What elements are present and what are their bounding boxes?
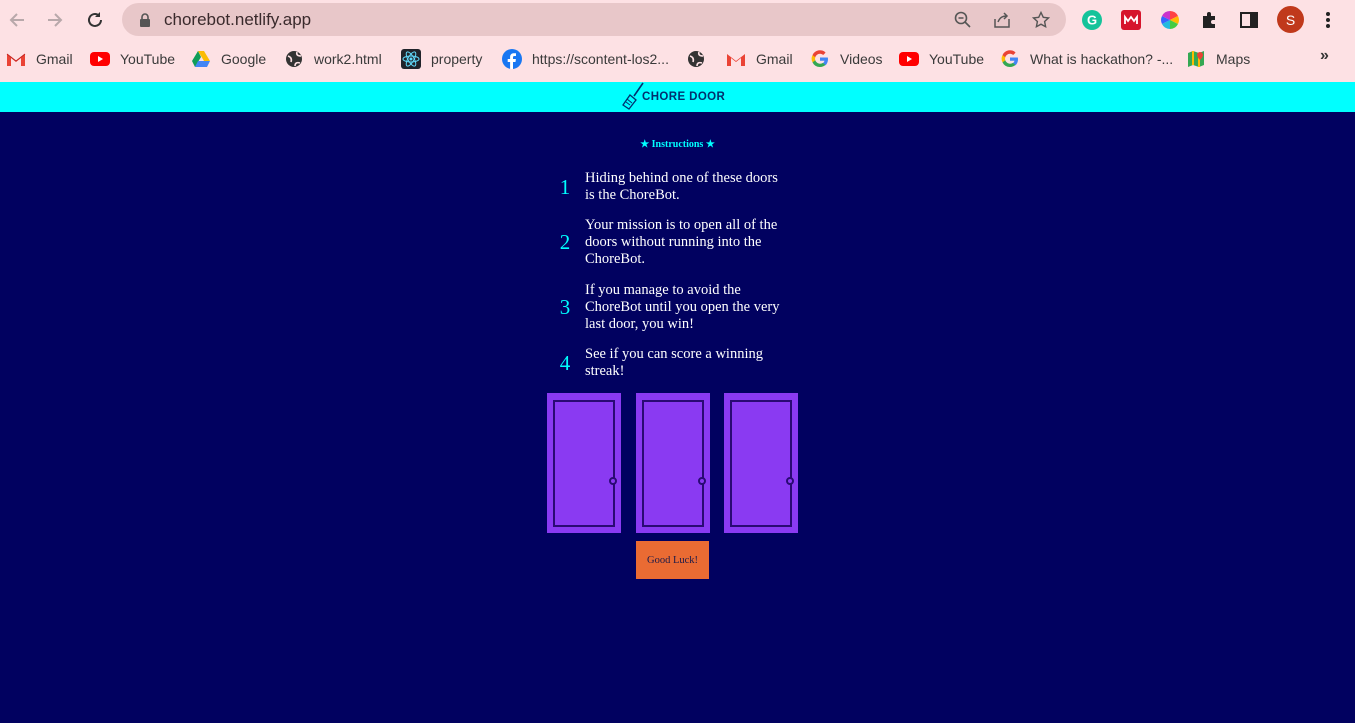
- maps-icon: [1186, 49, 1206, 69]
- page-title: CHORE DOOR: [642, 91, 726, 103]
- bookmarks-overflow-button[interactable]: »: [1320, 47, 1329, 65]
- grammarly-icon[interactable]: G: [1079, 7, 1105, 33]
- gmail-icon: [6, 49, 26, 69]
- side-panel-icon[interactable]: [1236, 7, 1262, 33]
- door-knob: [786, 477, 794, 485]
- bookmark-maps[interactable]: Maps: [1186, 48, 1250, 70]
- instruction-number: 1: [559, 174, 571, 199]
- instruction-text: See if you can score a winning streak!: [585, 346, 763, 379]
- instruction-text: If you manage to avoid the ChoreBot unti…: [585, 282, 780, 332]
- door-panel: [730, 400, 794, 527]
- google-icon: [810, 49, 830, 69]
- youtube-icon: [90, 49, 110, 69]
- instruction-number: 4: [559, 350, 571, 375]
- browser-chrome: chorebot.netlify.app G S Gmail YouTube G…: [0, 0, 1355, 82]
- door-3[interactable]: [724, 393, 798, 533]
- bookmark-label: Google: [221, 51, 267, 67]
- instruction-row: 2 Your mission is to open all of the doo…: [545, 217, 805, 268]
- color-picker-icon[interactable]: [1157, 7, 1183, 33]
- reload-icon[interactable]: [81, 6, 109, 34]
- door-knob: [698, 477, 706, 485]
- bookmark-label: property: [431, 51, 483, 67]
- share-icon[interactable]: [991, 9, 1013, 31]
- facebook-icon: [502, 49, 522, 69]
- bookmark-google-drive[interactable]: Google: [191, 48, 266, 70]
- instruction-row: 4 See if you can score a winning streak!: [545, 346, 805, 380]
- bookmark-work2[interactable]: work2.html: [284, 48, 382, 70]
- start-button[interactable]: Good Luck!: [636, 541, 709, 579]
- bookmark-gmail-2[interactable]: Gmail: [726, 48, 793, 70]
- bookmark-hackathon[interactable]: What is hackathon? -...: [1000, 48, 1173, 70]
- bookmark-label: Gmail: [756, 51, 793, 67]
- bookmark-gmail[interactable]: Gmail: [6, 48, 73, 70]
- globe-icon: [284, 49, 304, 69]
- zoom-icon[interactable]: [952, 9, 974, 31]
- bookmark-label: Gmail: [36, 51, 73, 67]
- address-bar[interactable]: chorebot.netlify.app: [122, 3, 1066, 36]
- instruction-text: Your mission is to open all of the doors…: [585, 217, 778, 267]
- svg-text:G: G: [1087, 13, 1097, 28]
- bookmark-youtube-2[interactable]: YouTube: [899, 48, 984, 70]
- instruction-number: 3: [559, 295, 571, 319]
- bookmark-label: YouTube: [120, 51, 176, 67]
- instructions-title: ★ Instructions ★: [640, 139, 715, 150]
- door-knob: [609, 477, 617, 485]
- door-panel: [553, 400, 617, 527]
- lock-icon[interactable]: [134, 9, 156, 31]
- bookmark-videos[interactable]: Videos: [810, 48, 883, 70]
- bookmark-label: work2.html: [314, 51, 382, 67]
- bookmark-label: https://scontent-los2...: [532, 51, 669, 67]
- back-icon[interactable]: [3, 6, 31, 34]
- bookmark-label: What is hackathon? -...: [1030, 51, 1174, 67]
- bookmark-label: Maps: [1216, 51, 1251, 67]
- bookmark-label: Videos: [840, 51, 883, 67]
- google-drive-icon: [191, 49, 211, 69]
- page-header: CHORE DOOR: [0, 82, 1355, 112]
- extensions-icon[interactable]: [1197, 7, 1223, 33]
- door-1[interactable]: [547, 393, 621, 533]
- profile-avatar[interactable]: S: [1277, 6, 1304, 33]
- door-panel: [642, 400, 706, 527]
- star-icon[interactable]: [1030, 9, 1052, 31]
- bookmark-globe[interactable]: [686, 48, 716, 70]
- instruction-text: Hiding behind one of these doors is the …: [585, 170, 778, 203]
- youtube-icon: [899, 49, 919, 69]
- bookmark-label: YouTube: [929, 51, 985, 67]
- google-icon: [1000, 49, 1020, 69]
- instruction-number: 2: [559, 230, 571, 254]
- gmail-icon: [726, 49, 746, 69]
- menu-kebab-icon[interactable]: [1315, 7, 1341, 33]
- bookmark-youtube[interactable]: YouTube: [90, 48, 175, 70]
- globe-icon: [686, 49, 706, 69]
- bookmark-scontent[interactable]: https://scontent-los2...: [502, 48, 669, 70]
- forward-icon[interactable]: [41, 6, 69, 34]
- door-2[interactable]: [636, 393, 710, 533]
- mendeley-icon[interactable]: [1118, 7, 1144, 33]
- instruction-row: 1 Hiding behind one of these doors is th…: [545, 170, 805, 204]
- url-text[interactable]: chorebot.netlify.app: [164, 10, 311, 30]
- react-icon: [401, 49, 421, 69]
- bookmarks-bar: Gmail YouTube Google work2.html property: [0, 40, 1355, 78]
- bookmark-property[interactable]: property: [401, 48, 482, 70]
- browser-toolbar: chorebot.netlify.app G S: [0, 0, 1355, 40]
- instruction-row: 3 If you manage to avoid the ChoreBot un…: [545, 282, 805, 333]
